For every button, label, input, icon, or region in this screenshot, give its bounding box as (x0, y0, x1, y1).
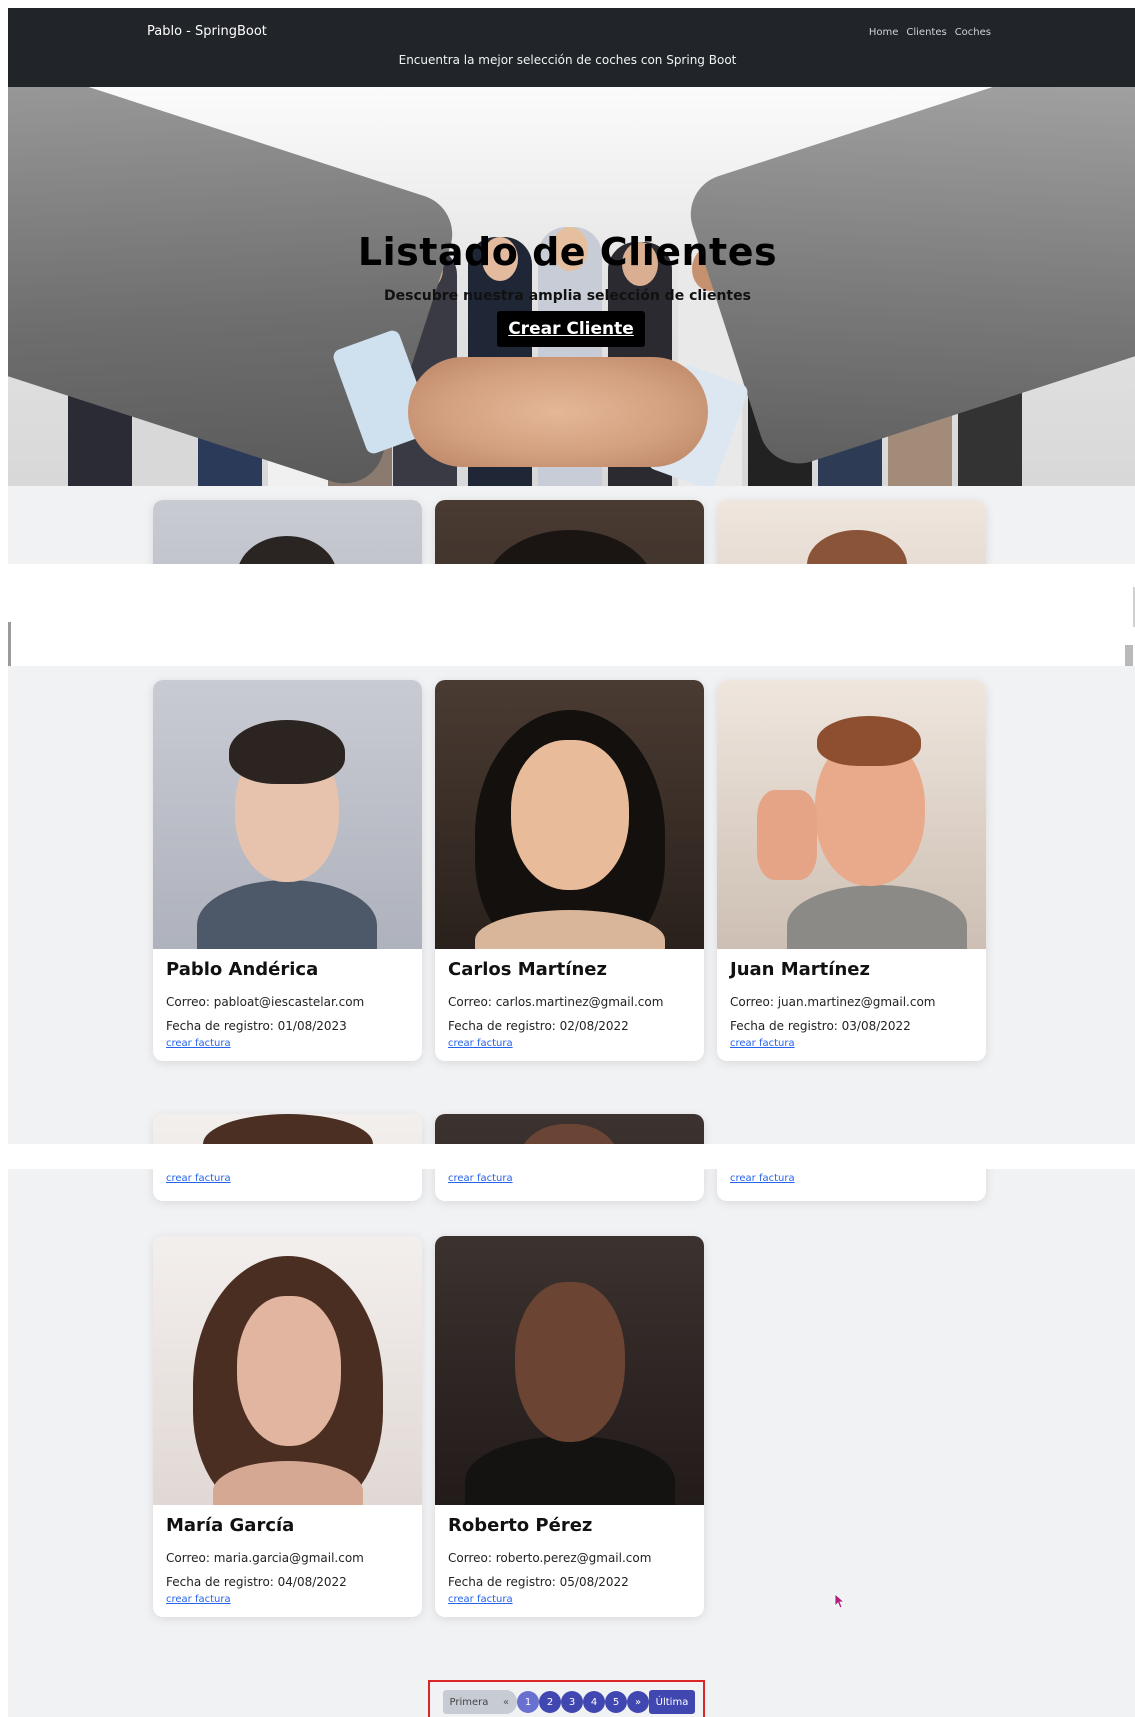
client-photo (717, 680, 986, 949)
client-card-fragment (717, 500, 986, 564)
client-name: Carlos Martínez (448, 959, 607, 980)
client-name: Juan Martínez (730, 959, 870, 980)
page-1-button[interactable]: 1 (517, 1691, 539, 1713)
client-photo (435, 1236, 704, 1505)
page-2-button[interactable]: 2 (539, 1691, 561, 1713)
client-email: Correo: carlos.martinez@gmail.com (448, 995, 664, 1009)
client-date: Fecha de registro: 04/08/2022 (166, 1575, 347, 1589)
client-photo (153, 1236, 422, 1505)
create-client-button[interactable]: Crear Cliente (497, 311, 645, 347)
hero-banner-image (8, 87, 1135, 486)
create-invoice-link[interactable]: crear factura (448, 1594, 691, 1605)
client-card-fragment (435, 500, 704, 564)
client-card: Pablo Andérica Correo: pabloat@iescastel… (153, 680, 422, 1061)
client-card-fragment: crear factura (435, 1169, 704, 1201)
client-card: María García Correo: maria.garcia@gmail.… (153, 1236, 422, 1617)
client-card: Juan Martínez Correo: juan.martinez@gmai… (717, 680, 986, 1061)
client-card-fragment (435, 1114, 704, 1144)
pagination: Primera « 1 2 3 4 5 » Última (443, 1690, 695, 1714)
client-photo (435, 680, 704, 949)
nav-links: Home Clientes Coches (869, 27, 991, 38)
prev-page-button[interactable]: « (495, 1690, 517, 1714)
cards-section: crear factura crear factura crear factur… (8, 1169, 1135, 1717)
client-photo (153, 680, 422, 949)
page-5-button[interactable]: 5 (605, 1691, 627, 1713)
client-card-fragment (153, 500, 422, 564)
page-3-button[interactable]: 3 (561, 1691, 583, 1713)
page-subtitle: Descubre nuestra amplia selección de cli… (384, 288, 751, 304)
navbar (8, 8, 1135, 87)
client-name: Pablo Andérica (166, 959, 319, 980)
nav-home[interactable]: Home (869, 27, 899, 38)
create-invoice-link[interactable]: crear factura (166, 1173, 409, 1184)
client-card-fragment (153, 1114, 422, 1144)
last-page-button[interactable]: Última (649, 1690, 695, 1714)
page-4-button[interactable]: 4 (583, 1691, 605, 1713)
nav-coches[interactable]: Coches (955, 27, 991, 38)
page-title: Listado de Clientes (357, 230, 778, 274)
brand-link[interactable]: Pablo - SpringBoot (147, 24, 267, 39)
client-email: Correo: maria.garcia@gmail.com (166, 1551, 364, 1565)
cards-section: Pablo Andérica Correo: pabloat@iescastel… (8, 666, 1135, 1144)
mouse-cursor-icon (834, 1593, 846, 1609)
client-date: Fecha de registro: 03/08/2022 (730, 1019, 911, 1033)
client-date: Fecha de registro: 02/08/2022 (448, 1019, 629, 1033)
create-invoice-link[interactable]: crear factura (448, 1038, 691, 1049)
client-card-fragment: crear factura (717, 1169, 986, 1201)
client-card-fragment: crear factura (153, 1169, 422, 1201)
handshake-graphic (408, 357, 708, 467)
next-page-button[interactable]: » (627, 1691, 649, 1713)
client-name: María García (166, 1515, 295, 1536)
client-email: Correo: roberto.perez@gmail.com (448, 1551, 652, 1565)
client-date: Fecha de registro: 01/08/2023 (166, 1019, 347, 1033)
client-card: Roberto Pérez Correo: roberto.perez@gmai… (435, 1236, 704, 1617)
nav-clientes[interactable]: Clientes (906, 27, 946, 38)
first-page-button[interactable]: Primera (443, 1690, 495, 1714)
create-invoice-link[interactable]: crear factura (730, 1038, 973, 1049)
create-invoice-link[interactable]: crear factura (166, 1594, 409, 1605)
client-email: Correo: pabloat@iescastelar.com (166, 995, 365, 1009)
create-invoice-link[interactable]: crear factura (166, 1038, 409, 1049)
navbar-tagline: Encuentra la mejor selección de coches c… (398, 53, 737, 67)
create-invoice-link[interactable]: crear factura (448, 1173, 691, 1184)
cards-section-fragment (8, 486, 1135, 564)
client-name: Roberto Pérez (448, 1515, 593, 1536)
client-date: Fecha de registro: 05/08/2022 (448, 1575, 629, 1589)
client-card: Carlos Martínez Correo: carlos.martinez@… (435, 680, 704, 1061)
client-email: Correo: juan.martinez@gmail.com (730, 995, 936, 1009)
create-invoice-link[interactable]: crear factura (730, 1173, 973, 1184)
